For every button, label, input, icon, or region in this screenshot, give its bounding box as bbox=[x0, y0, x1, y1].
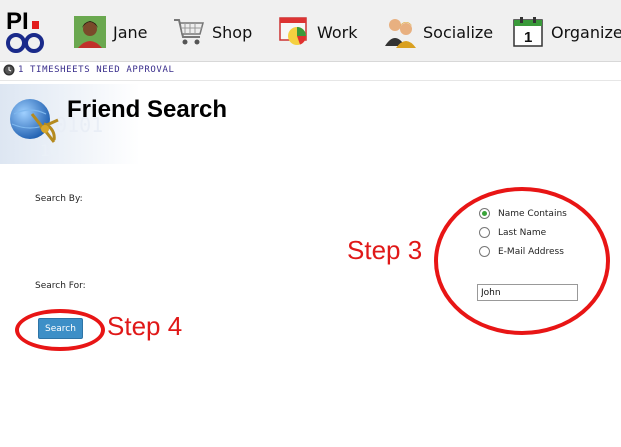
nav-organize[interactable]: 1 Organize bbox=[511, 14, 621, 50]
step3-highlight-ring bbox=[434, 187, 610, 335]
nav-label: Organize bbox=[551, 22, 621, 42]
clock-icon bbox=[3, 64, 15, 76]
chart-icon bbox=[277, 15, 311, 49]
svg-text:1: 1 bbox=[524, 29, 532, 46]
svg-text:P: P bbox=[6, 8, 22, 35]
step3-annotation: Step 3 bbox=[347, 235, 423, 265]
svg-text:I: I bbox=[22, 8, 29, 35]
step4-annotation: Step 4 bbox=[107, 311, 183, 341]
nav-label: Socialize bbox=[423, 22, 494, 42]
step4-highlight-ring bbox=[15, 309, 105, 351]
search-for-label: Search For: bbox=[35, 281, 86, 291]
shopping-cart-icon bbox=[172, 15, 206, 49]
search-by-label: Search By: bbox=[35, 194, 83, 204]
nav-label: Shop bbox=[212, 22, 253, 42]
top-nav: P I Jane Shop Work Socialize 1 Organize bbox=[0, 0, 621, 62]
svg-text:10: 10 bbox=[40, 141, 59, 160]
nav-jane[interactable]: Jane bbox=[73, 14, 148, 50]
notice-text[interactable]: 1 TIMESHEETS NEED APPROVAL bbox=[18, 65, 174, 75]
page-title: Friend Search bbox=[67, 96, 228, 123]
people-icon bbox=[383, 15, 417, 49]
nav-work[interactable]: Work bbox=[277, 14, 358, 50]
notice-bar[interactable]: 1 TIMESHEETS NEED APPROVAL bbox=[0, 62, 621, 81]
pi-logo[interactable]: P I bbox=[4, 5, 52, 55]
calendar-icon: 1 bbox=[511, 15, 545, 49]
nav-shop[interactable]: Shop bbox=[172, 14, 252, 50]
nav-label: Jane bbox=[113, 22, 148, 42]
nav-socialize[interactable]: Socialize bbox=[383, 14, 493, 50]
nav-label: Work bbox=[317, 22, 358, 42]
user-avatar-icon bbox=[73, 15, 107, 49]
